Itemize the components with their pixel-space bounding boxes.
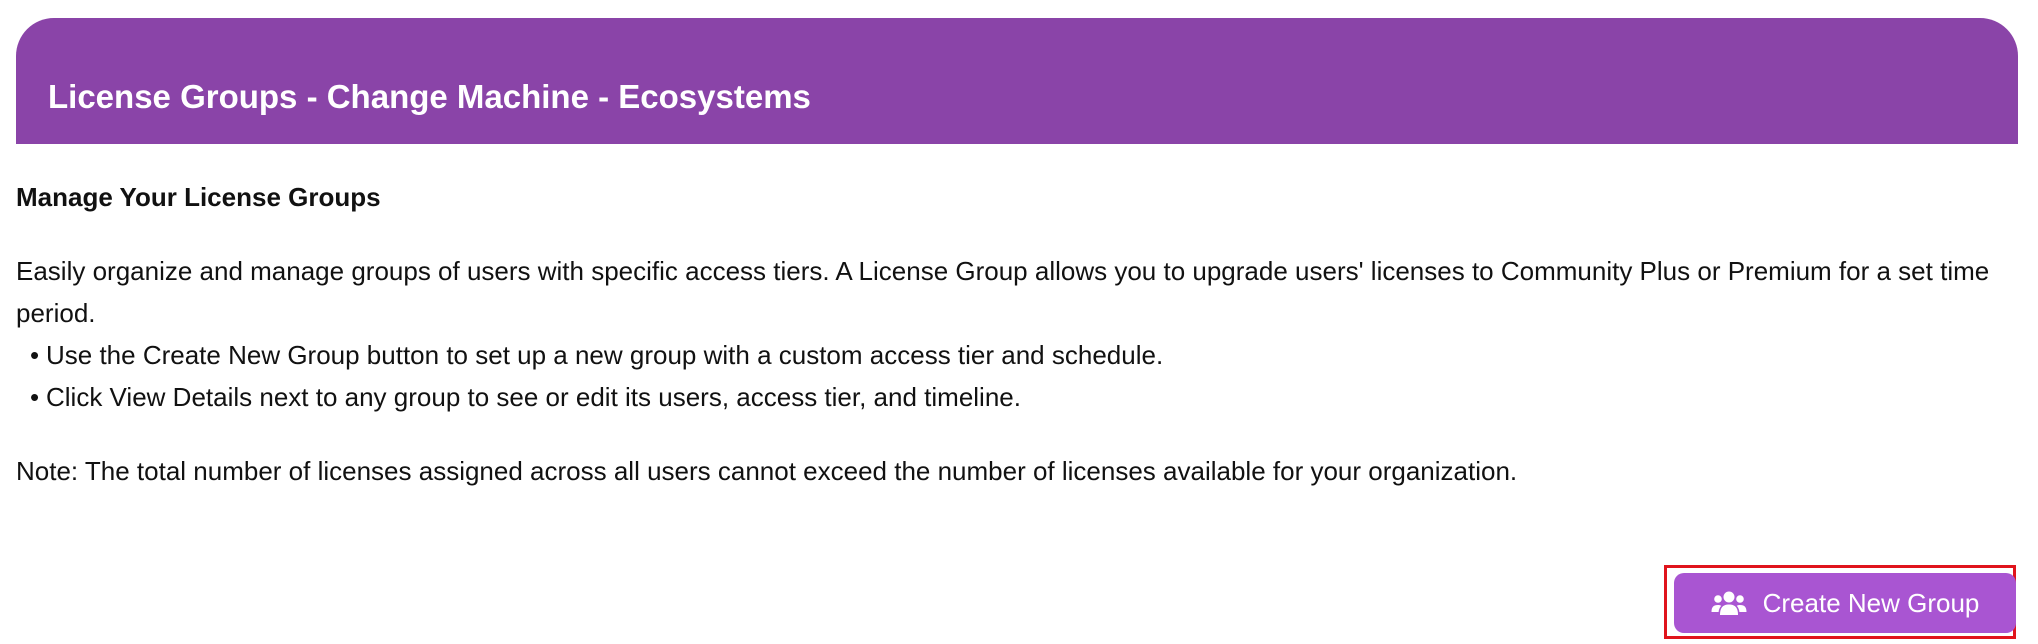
users-icon <box>1711 589 1747 617</box>
bullet-icon: • <box>30 382 40 412</box>
create-new-group-button[interactable]: Create New Group <box>1674 573 2016 633</box>
header-bar: License Groups - Change Machine - Ecosys… <box>16 18 2018 144</box>
instruction-list: • Use the Create New Group button to set … <box>16 334 2018 418</box>
note-text: Note: The total number of licenses assig… <box>16 456 1518 486</box>
page: License Groups - Change Machine - Ecosys… <box>0 0 2038 644</box>
list-item: • Click View Details next to any group to… <box>30 376 2018 418</box>
section-heading: Manage Your License Groups <box>16 182 381 212</box>
content-area: Manage Your License Groups Easily organi… <box>16 176 2018 492</box>
list-item: • Use the Create New Group button to set … <box>30 334 2018 376</box>
list-item-text: Click View Details next to any group to … <box>46 382 1021 412</box>
description-text: Easily organize and manage groups of use… <box>16 256 1990 328</box>
list-item-text: Use the Create New Group button to set u… <box>46 340 1164 370</box>
bullet-icon: • <box>30 340 40 370</box>
create-button-label: Create New Group <box>1762 587 1980 618</box>
page-title: License Groups - Change Machine - Ecosys… <box>48 78 811 115</box>
